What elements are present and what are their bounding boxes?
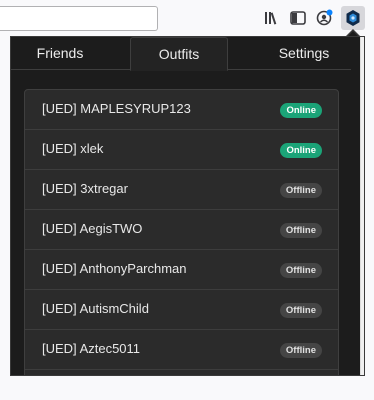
sidebar-icon[interactable] (288, 8, 310, 28)
extension-button[interactable] (341, 6, 365, 30)
member-name: [UED] xlek (42, 141, 104, 156)
member-name: [UED] AegisTWO (42, 221, 143, 236)
browser-toolbar (0, 0, 374, 36)
status-badge: Online (280, 103, 322, 118)
popup-scrollbar[interactable]: ▲ ▼ (360, 37, 365, 375)
list-item[interactable]: [UED] Aztec5011 Offline (25, 330, 338, 370)
list-item[interactable]: [UED] 3xtregar Offline (25, 170, 338, 210)
scroll-down-arrow-icon[interactable]: ▼ (361, 361, 364, 375)
list-item[interactable]: [UED] AegisTWO Offline (25, 210, 338, 250)
list-item[interactable]: [UED] AutismChild Offline (25, 290, 338, 330)
extension-popup: Friends Outfits Settings [UED] MAPLESYRU… (10, 36, 365, 376)
tab-bar: Friends Outfits Settings (11, 37, 351, 71)
tab-friends[interactable]: Friends (11, 37, 109, 70)
status-badge: Offline (279, 183, 322, 198)
member-name: [UED] MAPLESYRUP123 (42, 101, 191, 116)
tab-outfits[interactable]: Outfits (130, 37, 228, 71)
outfit-member-list: [UED] MAPLESYRUP123 Online [UED] xlek On… (24, 89, 339, 375)
status-badge: Offline (279, 343, 322, 358)
status-badge: Online (280, 143, 322, 158)
member-name: [UED] AutismChild (42, 301, 149, 316)
status-badge: Offline (279, 223, 322, 238)
extension-icon (346, 10, 360, 26)
member-name: [UED] AnthonyParchman (42, 261, 187, 276)
status-badge: Offline (279, 263, 322, 278)
scroll-thumb[interactable] (364, 54, 365, 80)
library-icon[interactable] (262, 8, 284, 28)
url-bar[interactable] (0, 6, 158, 31)
member-name: [UED] Aztec5011 (42, 341, 141, 356)
scroll-up-arrow-icon[interactable]: ▲ (361, 37, 364, 53)
list-item[interactable]: [UED] MAPLESYRUP123 Online (25, 90, 338, 130)
status-badge: Offline (279, 303, 322, 318)
tab-settings[interactable]: Settings (249, 37, 359, 70)
list-item[interactable]: [UED] xlek Online (25, 130, 338, 170)
account-icon[interactable] (314, 8, 336, 28)
member-name: [UED] 3xtregar (42, 181, 128, 196)
list-item[interactable]: [UED] AnthonyParchman Offline (25, 250, 338, 290)
